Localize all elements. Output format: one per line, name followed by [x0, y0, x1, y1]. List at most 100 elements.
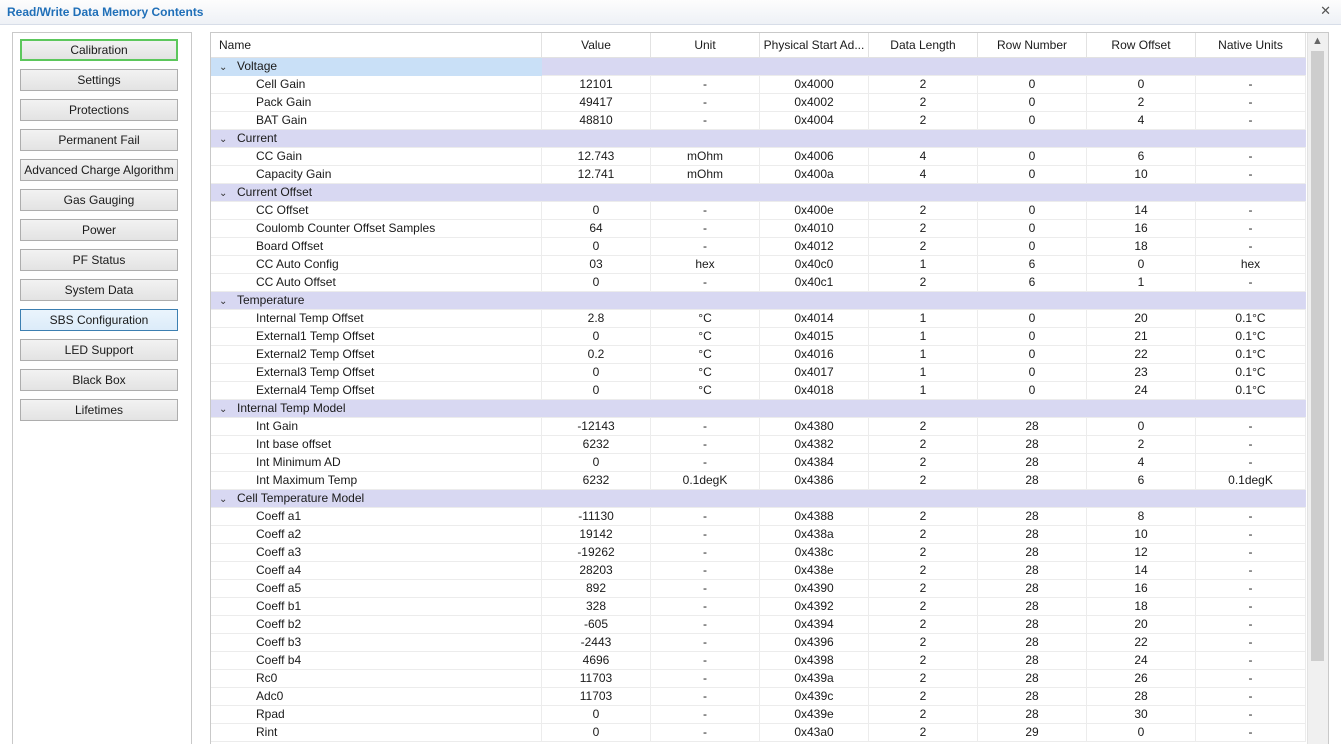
table-row[interactable]: Coulomb Counter Offset Samples 64-0x4010 2…	[211, 220, 1306, 238]
chevron-down-icon[interactable]: ⌄	[219, 401, 231, 418]
col-row-number-header[interactable]: Row Number	[978, 33, 1087, 57]
nav-button-lifetimes[interactable]: Lifetimes	[20, 399, 178, 421]
col-value-cell[interactable]: 0	[542, 238, 651, 256]
table-row[interactable]: Coeff b2 -605-0x4394 2 28 20-	[211, 616, 1306, 634]
table-row[interactable]: Cell Gain 12101-0x4000 2 0 0-	[211, 76, 1306, 94]
group-row[interactable]: ⌄ Cell Temperature Model	[211, 490, 1306, 508]
group-row[interactable]: ⌄ Current	[211, 130, 1306, 148]
chevron-down-icon[interactable]: ⌄	[219, 293, 231, 310]
col-value-cell[interactable]: 0	[542, 724, 651, 742]
col-value-cell[interactable]: 64	[542, 220, 651, 238]
table-row[interactable]: External3 Temp Offset 0 °C 0x4017 1 0 23 0.1°C	[211, 364, 1306, 382]
col-value-header[interactable]: Value	[542, 33, 651, 57]
nav-button-advanced-charge-algorithm[interactable]: Advanced Charge Algorithm	[20, 159, 178, 181]
col-value-cell[interactable]: 0	[542, 328, 651, 346]
col-value-cell[interactable]: -11130	[542, 508, 651, 526]
nav-button-settings[interactable]: Settings	[20, 69, 178, 91]
col-physical-start-address-header[interactable]: Physical Start Ad...	[760, 33, 869, 57]
col-value-cell[interactable]: 28203	[542, 562, 651, 580]
table-row[interactable]: Int Maximum Temp 6232 0.1degK 0x4386 2 28 6 0.1…	[211, 472, 1306, 490]
col-value-cell[interactable]: 0	[542, 274, 651, 292]
col-value-cell[interactable]: 49417	[542, 94, 651, 112]
col-value-cell[interactable]: 2.8	[542, 310, 651, 328]
col-value-cell[interactable]: 328	[542, 598, 651, 616]
table-row[interactable]: Rpad 0-0x439e 2 28 30-	[211, 706, 1306, 724]
table-row[interactable]: External4 Temp Offset 0 °C 0x4018 1 0 24 0.1°C	[211, 382, 1306, 400]
col-value-cell[interactable]: 0	[542, 382, 651, 400]
table-row[interactable]: Adc0 11703-0x439c 2 28 28-	[211, 688, 1306, 706]
table-row[interactable]: Coeff a1 -11130-0x4388 2 28 8-	[211, 508, 1306, 526]
table-row[interactable]: External1 Temp Offset 0 °C 0x4015 1 0 21 0.1°C	[211, 328, 1306, 346]
table-row[interactable]: Coeff a4 28203-0x438e 2 28 14-	[211, 562, 1306, 580]
table-row[interactable]: CC Offset 0-0x400e 2 0 14-	[211, 202, 1306, 220]
nav-button-pf-status[interactable]: PF Status	[20, 249, 178, 271]
table-row[interactable]: CC Auto Offset 0-0x40c1 2 6 1-	[211, 274, 1306, 292]
table-row[interactable]: Int Gain -12143-0x4380 2 28 0-	[211, 418, 1306, 436]
table-row[interactable]: CC Auto Config 03 hex 0x40c0 1 6 0 hex	[211, 256, 1306, 274]
col-value-cell[interactable]: 03	[542, 256, 651, 274]
table-row[interactable]: CC Gain 12.743 mOhm 0x4006 4 0 6-	[211, 148, 1306, 166]
nav-button-permanent-fail[interactable]: Permanent Fail	[20, 129, 178, 151]
table-row[interactable]: Coeff b4 4696-0x4398 2 28 24-	[211, 652, 1306, 670]
nav-button-system-data[interactable]: System Data	[20, 279, 178, 301]
col-value-cell[interactable]: 4696	[542, 652, 651, 670]
table-row[interactable]: Pack Gain 49417-0x4002 2 0 2-	[211, 94, 1306, 112]
table-row[interactable]: Int base offset 6232-0x4382 2 28 2-	[211, 436, 1306, 454]
col-row-offset-header[interactable]: Row Offset	[1087, 33, 1196, 57]
col-name-header[interactable]: Name	[211, 33, 542, 57]
col-value-cell[interactable]: 12.743	[542, 148, 651, 166]
col-value-cell[interactable]: 12101	[542, 76, 651, 94]
table-row[interactable]: Board Offset 0-0x4012 2 0 18-	[211, 238, 1306, 256]
table-row[interactable]: Coeff b3 -2443-0x4396 2 28 22-	[211, 634, 1306, 652]
col-value-cell[interactable]: 19142	[542, 526, 651, 544]
col-value-cell[interactable]: 0	[542, 364, 651, 382]
nav-button-calibration[interactable]: Calibration	[20, 39, 178, 61]
table-row[interactable]: Coeff a5 892-0x4390 2 28 16-	[211, 580, 1306, 598]
scrollbar-thumb[interactable]	[1311, 51, 1324, 661]
group-row[interactable]: ⌄ Internal Temp Model	[211, 400, 1306, 418]
table-row[interactable]: Internal Temp Offset 2.8 °C 0x4014 1 0 20 0.1°C	[211, 310, 1306, 328]
table-row[interactable]: External2 Temp Offset 0.2 °C 0x4016 1 0 22 0.1°…	[211, 346, 1306, 364]
col-value-cell[interactable]: 6232	[542, 436, 651, 454]
col-data-length-header[interactable]: Data Length	[869, 33, 978, 57]
nav-button-sbs-configuration[interactable]: SBS Configuration	[20, 309, 178, 331]
group-row[interactable]: ⌄ Current Offset	[211, 184, 1306, 202]
col-value-cell[interactable]: 892	[542, 580, 651, 598]
arrow-up-icon[interactable]: ▲	[1312, 35, 1323, 47]
close-icon[interactable]: ✕	[1320, 3, 1331, 19]
chevron-down-icon[interactable]: ⌄	[219, 59, 231, 76]
col-native-units-header[interactable]: Native Units	[1196, 33, 1306, 57]
table-row[interactable]: BAT Gain 48810-0x4004 2 0 4-	[211, 112, 1306, 130]
col-value-cell[interactable]: 11703	[542, 688, 651, 706]
col-value-cell[interactable]: -605	[542, 616, 651, 634]
col-unit-header[interactable]: Unit	[651, 33, 760, 57]
col-value-cell[interactable]: 0	[542, 202, 651, 220]
group-row[interactable]: ⌄ Voltage	[211, 58, 1306, 76]
vertical-scrollbar[interactable]: ▲	[1307, 33, 1328, 744]
nav-button-power[interactable]: Power	[20, 219, 178, 241]
nav-button-led-support[interactable]: LED Support	[20, 339, 178, 361]
nav-button-protections[interactable]: Protections	[20, 99, 178, 121]
col-value-cell[interactable]: 48810	[542, 112, 651, 130]
nav-button-gas-gauging[interactable]: Gas Gauging	[20, 189, 178, 211]
table-row[interactable]: Coeff b1 328-0x4392 2 28 18-	[211, 598, 1306, 616]
col-value-cell[interactable]: -19262	[542, 544, 651, 562]
table-row[interactable]: Rc0 11703-0x439a 2 28 26-	[211, 670, 1306, 688]
col-value-cell[interactable]: -12143	[542, 418, 651, 436]
table-row[interactable]: Rint 0-0x43a0 2 29 0-	[211, 724, 1306, 742]
table-row[interactable]: Int Minimum AD 0-0x4384 2 28 4-	[211, 454, 1306, 472]
col-value-cell[interactable]: 12.741	[542, 166, 651, 184]
table-row[interactable]: Coeff a2 19142-0x438a 2 28 10-	[211, 526, 1306, 544]
group-row[interactable]: ⌄ Temperature	[211, 292, 1306, 310]
col-value-cell[interactable]: 0	[542, 454, 651, 472]
table-row[interactable]: Coeff a3 -19262-0x438c 2 28 12-	[211, 544, 1306, 562]
chevron-down-icon[interactable]: ⌄	[219, 131, 231, 148]
chevron-down-icon[interactable]: ⌄	[219, 491, 231, 508]
col-value-cell[interactable]: 0	[542, 706, 651, 724]
table-row[interactable]: Capacity Gain 12.741 mOhm 0x400a 4 0 10-	[211, 166, 1306, 184]
col-value-cell[interactable]: -2443	[542, 634, 651, 652]
chevron-down-icon[interactable]: ⌄	[219, 185, 231, 202]
nav-button-black-box[interactable]: Black Box	[20, 369, 178, 391]
col-value-cell[interactable]: 6232	[542, 472, 651, 490]
col-value-cell[interactable]: 0.2	[542, 346, 651, 364]
